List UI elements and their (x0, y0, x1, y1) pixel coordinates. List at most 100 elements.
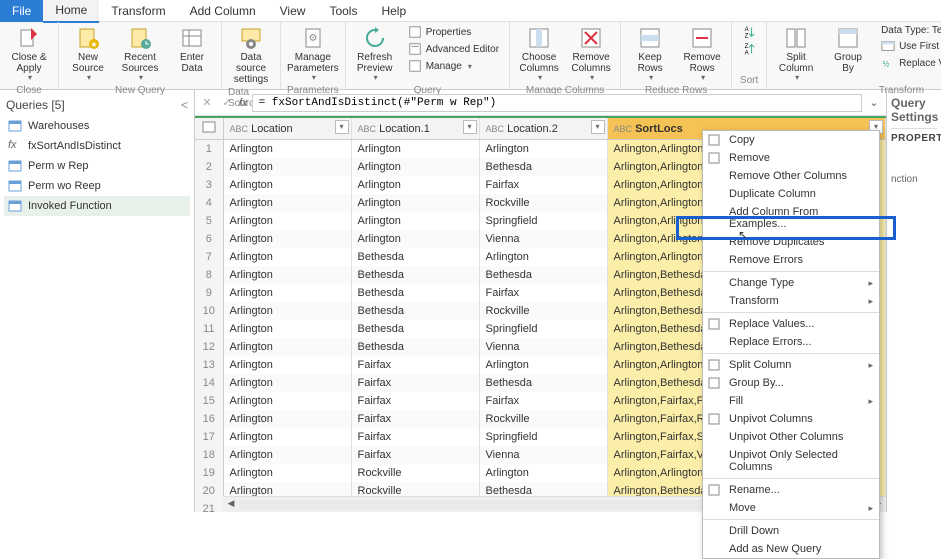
menu-tab-view[interactable]: View (268, 0, 318, 22)
cell[interactable]: Arlington (479, 248, 607, 266)
cell[interactable]: Fairfax (479, 284, 607, 302)
cell[interactable]: Arlington (223, 302, 351, 320)
cell[interactable]: Arlington (223, 392, 351, 410)
query-item-warehouses[interactable]: Warehouses (4, 116, 190, 136)
row-number[interactable]: 14 (195, 374, 223, 392)
cell[interactable]: Arlington (223, 374, 351, 392)
cell[interactable]: Arlington (479, 356, 607, 374)
cell[interactable]: Arlington (223, 158, 351, 176)
row-number[interactable]: 19 (195, 464, 223, 482)
cell[interactable]: Arlington (223, 266, 351, 284)
keep-rows-button[interactable]: Keep Rows▾ (627, 24, 673, 85)
row-number[interactable]: 6 (195, 230, 223, 248)
menu-item-replace-errors[interactable]: Replace Errors... (703, 333, 879, 351)
row-number[interactable]: 13 (195, 356, 223, 374)
row-number[interactable]: 1 (195, 140, 223, 158)
cell[interactable]: Vienna (479, 446, 607, 464)
enter-data-button[interactable]: Enter Data (169, 24, 215, 76)
manage-button[interactable]: Manage▾ (404, 58, 503, 74)
scroll-left-icon[interactable]: ◀ (223, 498, 239, 512)
menu-item-copy[interactable]: Copy (703, 131, 879, 149)
menu-item-fill[interactable]: Fill (703, 392, 879, 410)
cell[interactable]: Springfield (479, 212, 607, 230)
formula-commit-icon[interactable]: ✓ (219, 96, 235, 109)
cell[interactable]: Arlington (223, 428, 351, 446)
cell[interactable]: Bethesda (351, 284, 479, 302)
menu-item-unpivot-only-selected-columns[interactable]: Unpivot Only Selected Columns (703, 446, 879, 476)
cell[interactable]: Bethesda (479, 266, 607, 284)
row-number[interactable]: 2 (195, 158, 223, 176)
row-number[interactable]: 12 (195, 338, 223, 356)
menu-item-remove-other-columns[interactable]: Remove Other Columns (703, 167, 879, 185)
cell[interactable]: Arlington (351, 176, 479, 194)
filter-icon[interactable]: ▾ (463, 120, 477, 134)
first-row-headers-button[interactable]: Use First Row as Headers▾ (877, 38, 941, 54)
cell[interactable]: Bethesda (479, 158, 607, 176)
cell[interactable]: Arlington (351, 194, 479, 212)
cell[interactable]: Rockville (479, 194, 607, 212)
cell[interactable]: Arlington (223, 320, 351, 338)
row-number[interactable]: 17 (195, 428, 223, 446)
column-header-location-2[interactable]: ABC Location.2▾ (479, 117, 607, 140)
data-source-settings-button[interactable]: Data source settings (228, 24, 274, 87)
cell[interactable]: Rockville (479, 302, 607, 320)
remove-columns-button[interactable]: Remove Columns▾ (568, 24, 614, 85)
advanced-editor-button[interactable]: Advanced Editor (404, 41, 503, 57)
new-source-button[interactable]: ★New Source▾ (65, 24, 111, 85)
menu-item-unpivot-columns[interactable]: Unpivot Columns (703, 410, 879, 428)
properties-button[interactable]: Properties (404, 24, 503, 40)
cell[interactable]: Bethesda (351, 320, 479, 338)
cell[interactable]: Bethesda (351, 338, 479, 356)
menu-item-move[interactable]: Move (703, 499, 879, 517)
row-number[interactable]: 15 (195, 392, 223, 410)
row-number[interactable]: 11 (195, 320, 223, 338)
row-number[interactable]: 7 (195, 248, 223, 266)
menu-item-group-by[interactable]: Group By... (703, 374, 879, 392)
menu-tab-transform[interactable]: Transform (99, 0, 177, 22)
row-number[interactable]: 20 (195, 482, 223, 500)
cell[interactable]: Bethesda (351, 248, 479, 266)
cell[interactable]: Vienna (479, 338, 607, 356)
cell[interactable]: Fairfax (351, 410, 479, 428)
row-number[interactable]: 16 (195, 410, 223, 428)
query-item-perm-wo-reep[interactable]: Perm wo Reep (4, 176, 190, 196)
menu-item-remove-errors[interactable]: Remove Errors (703, 251, 879, 269)
cell[interactable]: Arlington (223, 338, 351, 356)
fx-icon[interactable]: fx (239, 97, 248, 109)
group-by-button[interactable]: Group By (825, 24, 871, 76)
remove-rows-button[interactable]: Remove Rows▾ (679, 24, 725, 85)
cell[interactable]: Fairfax (351, 356, 479, 374)
row-number[interactable]: 10 (195, 302, 223, 320)
recent-sources-button[interactable]: Recent Sources▾ (117, 24, 163, 85)
cell[interactable]: Arlington (223, 248, 351, 266)
menu-item-transform[interactable]: Transform (703, 292, 879, 310)
cell[interactable]: Fairfax (351, 428, 479, 446)
cell[interactable]: Arlington (223, 176, 351, 194)
cell[interactable]: Arlington (351, 230, 479, 248)
cell[interactable]: Arlington (223, 410, 351, 428)
cell[interactable]: Arlington (223, 212, 351, 230)
cell[interactable]: Rockville (351, 464, 479, 482)
query-item-invoked-function[interactable]: Invoked Function (4, 196, 190, 216)
query-item-fxsortandisdistinct[interactable]: fxfxSortAndIsDistinct (4, 136, 190, 156)
manage-parameters-button[interactable]: ⚙Manage Parameters▾ (290, 24, 336, 85)
cell[interactable]: Fairfax (351, 446, 479, 464)
cell[interactable]: Rockville (479, 410, 607, 428)
filter-icon[interactable]: ▾ (591, 120, 605, 134)
cell[interactable]: Arlington (479, 140, 607, 158)
menu-item-drill-down[interactable]: Drill Down (703, 522, 879, 540)
cell[interactable]: Fairfax (479, 392, 607, 410)
cell[interactable]: Springfield (479, 428, 607, 446)
menu-item-duplicate-column[interactable]: Duplicate Column (703, 185, 879, 203)
cell[interactable]: Arlington (223, 446, 351, 464)
replace-values-button[interactable]: ½Replace Values (877, 55, 941, 71)
cell[interactable]: Arlington (223, 230, 351, 248)
cell[interactable]: Arlington (223, 464, 351, 482)
corner-cell[interactable] (195, 117, 223, 140)
column-header-location-1[interactable]: ABC Location.1▾ (351, 117, 479, 140)
cell[interactable]: Fairfax (351, 374, 479, 392)
row-number[interactable]: 9 (195, 284, 223, 302)
menu-item-add-column-from-examples[interactable]: Add Column From Examples... (703, 203, 879, 233)
row-number[interactable]: 21 (195, 500, 223, 513)
row-number[interactable]: 4 (195, 194, 223, 212)
